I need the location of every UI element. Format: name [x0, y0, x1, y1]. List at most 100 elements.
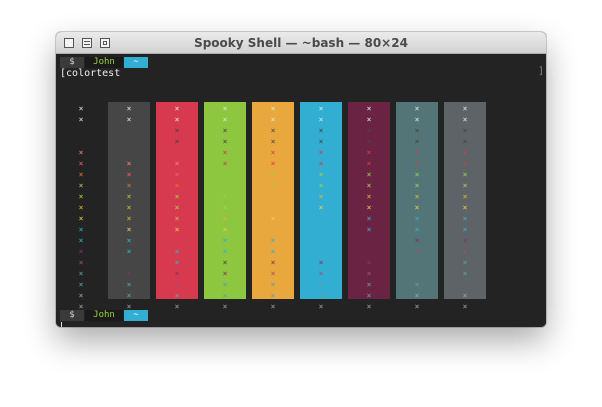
color-sample-mark: ×	[318, 269, 324, 278]
color-sample-mark: ×	[270, 258, 276, 267]
color-sample-mark: ×	[78, 291, 84, 300]
color-sample-mark: ×	[78, 236, 84, 245]
color-sample-mark: ×	[462, 247, 468, 256]
color-sample-mark: ×	[126, 203, 132, 212]
color-sample-mark: ×	[414, 170, 420, 179]
color-sample-mark: ×	[174, 126, 180, 135]
color-sample-mark: ×	[222, 159, 228, 168]
color-sample-mark: ×	[462, 236, 468, 245]
color-sample-mark: ×	[126, 170, 132, 179]
color-sample-mark: ×	[366, 225, 372, 234]
color-sample-mark: ×	[174, 214, 180, 223]
color-sample-mark: ×	[366, 269, 372, 278]
color-sample-mark: ×	[222, 236, 228, 245]
color-sample-mark: ×	[366, 192, 372, 201]
color-sample-mark: ×	[270, 302, 276, 311]
color-sample-mark: ×	[222, 148, 228, 157]
color-sample-mark: ×	[462, 258, 468, 267]
color-sample-mark: ×	[78, 280, 84, 289]
window-title: Spooky Shell — ~bash — 80×24	[194, 36, 408, 50]
color-sample-mark: ×	[366, 170, 372, 179]
color-sample-mark: ×	[126, 104, 132, 113]
color-sample-mark: ×	[318, 280, 324, 289]
color-column-4: × × × × × × × × × × × × × × × × ×	[204, 102, 246, 311]
color-sample-mark: ×	[414, 159, 420, 168]
color-sample-mark: ×	[318, 302, 324, 311]
color-sample-mark: ×	[318, 236, 324, 245]
color-sample-mark: ×	[78, 170, 84, 179]
color-sample-mark: ×	[78, 269, 84, 278]
color-sample-mark: ×	[270, 247, 276, 256]
color-sample-mark: ×	[414, 192, 420, 201]
color-sample-mark: ×	[318, 247, 324, 256]
color-column-8: × × × × × × × × × × × × × × × × ×	[396, 102, 438, 311]
color-sample-mark: ×	[462, 225, 468, 234]
color-sample-mark: ×	[366, 126, 372, 135]
color-sample-mark: ×	[366, 203, 372, 212]
color-sample-mark: ×	[366, 181, 372, 190]
color-sample-mark: ×	[318, 192, 324, 201]
color-sample-mark: ×	[78, 214, 84, 223]
color-sample-mark: ×	[222, 258, 228, 267]
color-sample-mark: ×	[318, 115, 324, 124]
color-sample-mark: ×	[270, 203, 276, 212]
color-column-3: × × × × × × × × × × × × × × × × ×	[156, 102, 198, 311]
color-sample-mark: ×	[126, 159, 132, 168]
color-sample-mark: ×	[414, 302, 420, 311]
color-sample-mark: ×	[78, 104, 84, 113]
color-column-7: × × × × × × × × × × × × × × × × ×	[348, 102, 390, 311]
color-sample-mark: ×	[414, 280, 420, 289]
color-sample-mark: ×	[174, 203, 180, 212]
color-column-2: × × × × × × × × × × × × × × ×	[108, 102, 150, 311]
color-sample-mark: ×	[78, 258, 84, 267]
prompt-dir-segment: ~	[124, 310, 148, 321]
color-sample-mark: ×	[174, 170, 180, 179]
color-sample-mark: ×	[222, 126, 228, 135]
color-sample-mark: ×	[414, 148, 420, 157]
terminal-window: Spooky Shell — ~bash — 80×24 $ John ~ [c…	[56, 32, 546, 327]
prompt-dollar-segment: $	[60, 310, 84, 321]
color-sample-mark: ×	[462, 203, 468, 212]
color-sample-mark: ×	[78, 148, 84, 157]
color-sample-mark: ×	[222, 214, 228, 223]
color-sample-mark: ×	[126, 115, 132, 124]
color-sample-mark: ×	[462, 181, 468, 190]
color-sample-mark: ×	[222, 280, 228, 289]
color-sample-mark: ×	[126, 280, 132, 289]
color-sample-mark: ×	[78, 115, 84, 124]
color-sample-mark: ×	[366, 137, 372, 146]
color-sample-mark: ×	[414, 104, 420, 113]
color-sample-mark: ×	[414, 291, 420, 300]
color-sample-mark: ×	[222, 203, 228, 212]
color-sample-mark: ×	[78, 203, 84, 212]
color-sample-mark: ×	[318, 104, 324, 113]
color-sample-mark: ×	[414, 214, 420, 223]
color-sample-mark: ×	[414, 126, 420, 135]
color-sample-mark: ×	[222, 291, 228, 300]
terminal-content[interactable]: $ John ~ [colortest ] × × × × × × × × × × × × × × × × × ×…	[56, 54, 546, 327]
color-sample-mark: ×	[270, 104, 276, 113]
color-sample-mark: ×	[414, 137, 420, 146]
right-bracket: ]	[537, 66, 544, 77]
color-sample-mark: ×	[174, 269, 180, 278]
color-sample-mark: ×	[222, 225, 228, 234]
color-sample-mark: ×	[270, 148, 276, 157]
color-sample-mark: ×	[174, 291, 180, 300]
color-sample-mark: ×	[174, 159, 180, 168]
color-sample-mark: ×	[318, 203, 324, 212]
color-sample-mark: ×	[174, 181, 180, 190]
color-sample-mark: ×	[126, 247, 132, 256]
color-sample-mark: ×	[78, 159, 84, 168]
color-sample-mark: ×	[366, 291, 372, 300]
color-sample-mark: ×	[366, 280, 372, 289]
color-sample-mark: ×	[366, 302, 372, 311]
color-sample-mark: ×	[222, 137, 228, 146]
color-sample-mark: ×	[414, 115, 420, 124]
color-sample-mark: ×	[78, 192, 84, 201]
color-sample-mark: ×	[414, 225, 420, 234]
color-sample-mark: ×	[270, 269, 276, 278]
color-sample-mark: ×	[174, 104, 180, 113]
color-sample-mark: ×	[462, 148, 468, 157]
color-sample-mark: ×	[318, 181, 324, 190]
color-sample-mark: ×	[126, 214, 132, 223]
